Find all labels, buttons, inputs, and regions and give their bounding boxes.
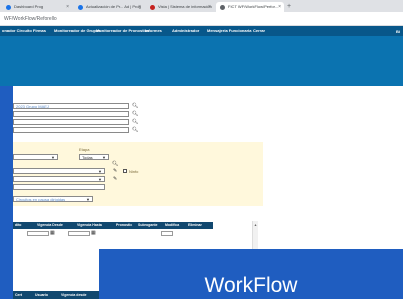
menu-item-grupos[interactable]: Monitoreador de Grupos: [54, 26, 101, 36]
filter-select[interactable]: ▼: [13, 176, 105, 182]
close-icon[interactable]: ×: [278, 2, 281, 12]
browser-tab[interactable]: Vista | Sistema de información ×: [146, 2, 214, 12]
edit-icon[interactable]: ✎: [113, 176, 117, 182]
menu-item-administrador[interactable]: Administrador: [172, 26, 199, 36]
chevron-down-icon: ▼: [86, 197, 90, 202]
modifica-input[interactable]: [161, 231, 173, 236]
form-field[interactable]: [13, 119, 129, 125]
favicon-icon: [220, 5, 225, 10]
address-text: WF/WorkFlow/Reforello: [4, 16, 57, 22]
favicon-icon: [78, 5, 83, 10]
grid-col-header: Vigencia Desde: [37, 223, 63, 227]
ninfo-checkbox[interactable]: [123, 169, 127, 173]
favicon-icon: [6, 5, 11, 10]
form-field[interactable]: [13, 111, 129, 117]
grid-col-header: Cert: [15, 293, 23, 297]
search-icon[interactable]: 🔍︎: [132, 103, 138, 109]
menu-item-pronostico[interactable]: Monitoreador de Pronostico: [96, 26, 149, 36]
browser-tab[interactable]: Actualización de Pr... Ad | Prog ×: [74, 2, 144, 12]
menu-item-mensajeria[interactable]: Mensajeria Funcionaria: [207, 26, 251, 36]
grid-col-header: Usuario: [35, 293, 49, 297]
user-label: Bi: [396, 29, 400, 34]
ninfo-label: Ninfo: [129, 169, 139, 174]
filter-select[interactable]: ▼: [13, 168, 105, 174]
header-banner: [0, 36, 403, 86]
browser-tab-label: Vista | Sistema de información: [158, 4, 212, 9]
pending-circuits-select[interactable]: Circuitos en pausa dirigidas ▼: [13, 196, 93, 202]
chevron-down-icon: ▼: [98, 177, 102, 182]
address-bar[interactable]: WF/WorkFlow/Reforello: [0, 12, 403, 26]
chevron-down-icon: ▼: [98, 169, 102, 174]
menu-item-informes[interactable]: Informes: [145, 26, 162, 36]
browser-tab-strip: Dashboard Prog × Actualización de Pr... …: [0, 0, 403, 12]
search-icon[interactable]: 🔍︎: [132, 111, 138, 117]
browser-tab-label: Actualización de Pr... Ad | Prog: [86, 4, 141, 9]
grid-col-header: Modifica: [165, 223, 180, 227]
calendar-icon[interactable]: ▦: [50, 230, 55, 236]
chevron-down-icon: ▼: [102, 155, 106, 160]
calendar-icon[interactable]: ▦: [91, 230, 96, 236]
vigencia-desde-input[interactable]: [27, 231, 49, 236]
bottom-grid-header: Cert Usuario Vigencia desde: [13, 291, 100, 299]
favicon-icon: [150, 5, 155, 10]
scroll-up-icon[interactable]: ▴: [253, 222, 258, 227]
grid-header: dito Vigencia Desde Vigencia Hasta Prono…: [13, 222, 213, 229]
grid-col-header: Pronostic: [116, 223, 133, 227]
new-tab-button[interactable]: +: [287, 2, 291, 12]
filter-select[interactable]: ▼: [13, 154, 58, 160]
filter-panel: Etapa ▼ Todas ▼ 🔍︎ ▼ ✎ Ninfo ▼ ✎ Circuit…: [13, 142, 263, 206]
pending-circuits-value: Circuitos en pausa dirigidas: [16, 197, 66, 202]
search-icon[interactable]: 🔍︎: [132, 119, 138, 125]
etapa-select[interactable]: Todas ▼: [79, 154, 109, 160]
chevron-down-icon: ▼: [51, 155, 55, 160]
workflow-splash-overlay: WorkFlow: [99, 249, 403, 299]
workflow-title: WorkFlow: [204, 274, 298, 297]
grid-col-header: Vigencia desde: [61, 293, 87, 297]
vigencia-hasta-input[interactable]: [68, 231, 90, 236]
menu-item-cerrar[interactable]: Cerrar: [253, 26, 265, 36]
menu-item-circuito-firmas[interactable]: onador Circuito Firmas: [2, 26, 46, 36]
browser-tab-label: Dashboard Prog: [14, 4, 44, 9]
grid-col-header: Subrogante: [138, 223, 158, 227]
browser-tab-active[interactable]: FICT WF/WorkFlow/Perfor... ×: [216, 2, 284, 12]
close-icon[interactable]: ×: [208, 2, 211, 12]
search-icon[interactable]: 🔍︎: [132, 127, 138, 133]
form-field-grupo[interactable]: 2023 Grupo MAEJ: [13, 103, 129, 109]
main-menu-bar: onador Circuito Firmas Monitoreador de G…: [0, 26, 403, 36]
browser-tab[interactable]: Dashboard Prog ×: [2, 2, 72, 12]
form-field[interactable]: [13, 127, 129, 133]
edit-icon[interactable]: ✎: [113, 168, 117, 174]
close-icon[interactable]: ×: [66, 2, 69, 12]
etapa-label: Etapa: [79, 147, 90, 152]
left-sidebar: [0, 86, 13, 299]
grid-col-header: Eliminar: [188, 223, 202, 227]
grid-col-header: Vigencia Hasta: [77, 223, 102, 227]
browser-tab-label: FICT WF/WorkFlow/Perfor...: [228, 4, 279, 9]
grid-col-header: dito: [15, 223, 22, 227]
etapa-select-value: Todas: [82, 155, 93, 160]
filter-select[interactable]: [13, 184, 105, 190]
search-icon[interactable]: 🔍︎: [112, 161, 118, 167]
close-icon[interactable]: ×: [138, 2, 141, 12]
